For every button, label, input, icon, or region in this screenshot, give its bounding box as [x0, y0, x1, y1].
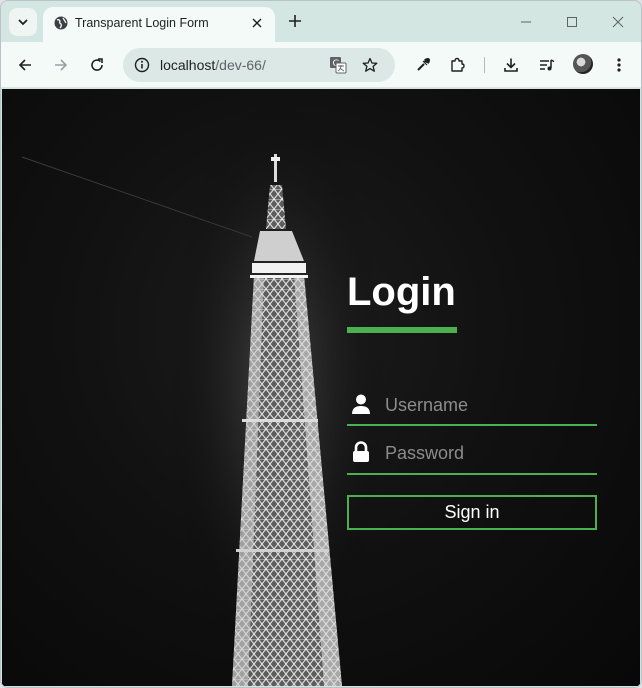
arrow-left-icon	[18, 59, 31, 71]
site-info-button[interactable]	[131, 54, 153, 76]
extensions-button[interactable]	[443, 51, 471, 79]
reload-button[interactable]	[83, 51, 111, 79]
lock-icon	[353, 441, 369, 462]
minimize-icon	[521, 21, 531, 23]
star-icon	[362, 57, 378, 72]
minimize-button[interactable]	[513, 9, 539, 35]
reload-icon	[91, 58, 103, 71]
chevron-down-icon	[18, 19, 28, 26]
bookmark-button[interactable]	[359, 54, 381, 76]
url-path: /dev-66/	[215, 57, 266, 73]
close-icon	[612, 16, 624, 28]
user-icon	[352, 394, 370, 414]
puzzle-icon	[451, 57, 465, 72]
browser-window: Transparent Login Form localhost/dev-66/…	[0, 0, 642, 688]
username-field	[347, 388, 597, 426]
download-icon	[504, 58, 518, 72]
tab-strip: Transparent Login Form	[1, 1, 641, 42]
media-queue-icon	[540, 59, 555, 71]
plus-icon	[289, 15, 301, 27]
eyedropper-button[interactable]	[409, 51, 437, 79]
url-host: localhost	[160, 57, 216, 73]
translate-icon: G	[330, 57, 347, 74]
browser-toolbar: localhost/dev-66/ G	[1, 42, 641, 88]
downloads-button[interactable]	[497, 51, 525, 79]
window-close-button[interactable]	[605, 9, 631, 35]
page-content: Login Sign in	[2, 89, 640, 686]
heading-underline	[347, 327, 457, 333]
info-icon	[134, 57, 150, 73]
toolbar-separator	[484, 57, 485, 73]
arrow-right-icon	[55, 59, 68, 71]
media-button[interactable]	[533, 51, 561, 79]
globe-icon	[54, 16, 68, 30]
translate-button[interactable]: G	[327, 54, 349, 76]
password-field	[347, 436, 597, 475]
browser-menu-button[interactable]	[605, 51, 633, 79]
tab-title: Transparent Login Form	[75, 16, 209, 30]
login-heading: Login	[347, 270, 456, 314]
password-input[interactable]	[385, 440, 590, 466]
close-icon	[252, 18, 262, 28]
maximize-icon	[567, 17, 577, 27]
username-input[interactable]	[385, 392, 590, 418]
url-text: localhost/dev-66/	[160, 57, 266, 73]
forward-button[interactable]	[47, 51, 75, 79]
maximize-button[interactable]	[559, 9, 585, 35]
kebab-menu-icon	[617, 58, 621, 72]
login-form: Login Sign in	[347, 269, 597, 530]
back-button[interactable]	[11, 51, 39, 79]
tab-search-button[interactable]	[9, 8, 37, 36]
address-bar[interactable]: localhost/dev-66/ G	[123, 48, 395, 82]
eyedropper-icon	[417, 58, 430, 71]
new-tab-button[interactable]	[283, 9, 307, 33]
profile-avatar[interactable]	[573, 54, 593, 74]
signin-button[interactable]: Sign in	[347, 495, 597, 530]
tab-close-button[interactable]	[247, 13, 267, 33]
tab-active[interactable]: Transparent Login Form	[43, 7, 275, 42]
